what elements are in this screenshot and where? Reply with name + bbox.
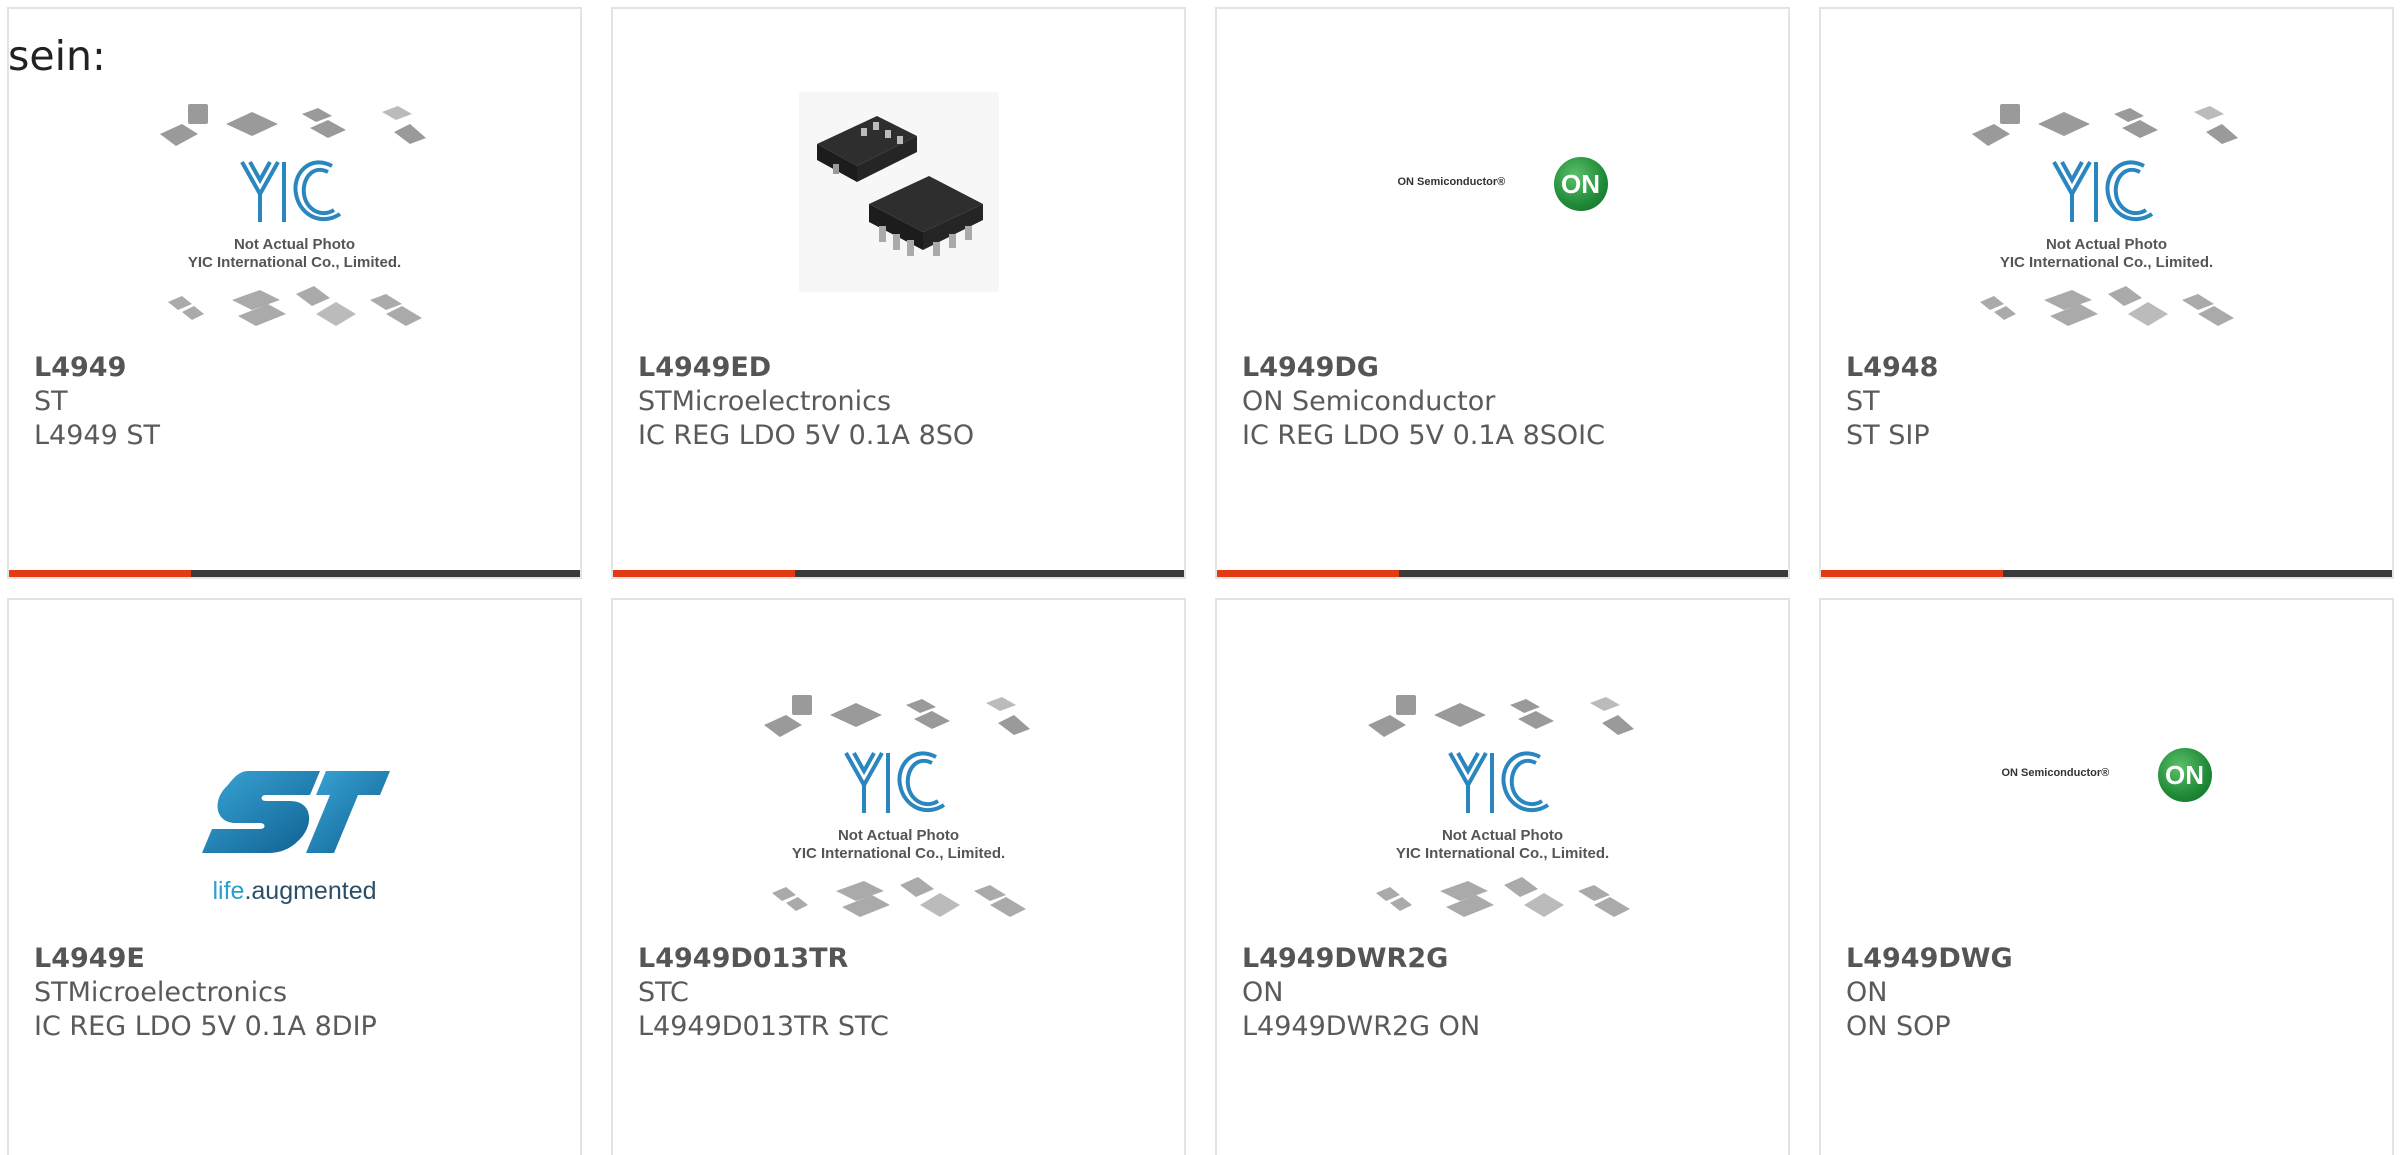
product-card[interactable]: L4949ED STMicroelectronics IC REG LDO 5V… — [611, 7, 1186, 579]
product-image[interactable]: Not Actual Photo YIC International Co., … — [1821, 74, 2392, 349]
manufacturer: ON — [1242, 977, 1284, 1008]
part-number-link[interactable]: L4949DG — [1242, 351, 1768, 385]
yic-placeholder-icon: Not Actual Photo YIC International Co., … — [159, 104, 430, 344]
yic-caption-line1: Not Actual Photo — [2045, 236, 2168, 253]
chip-photo — [798, 92, 999, 292]
bar-accent — [613, 570, 795, 577]
description: IC REG LDO 5V 0.1A 8SOIC — [1242, 420, 1605, 451]
product-info: L4948 ST ST SIP — [1846, 351, 2372, 453]
product-image[interactable]: life.augmented — [9, 665, 580, 940]
yic-caption-line1: Not Actual Photo — [837, 827, 960, 844]
product-image[interactable]: Not Actual Photo YIC International Co., … — [613, 665, 1184, 940]
product-card[interactable]: Not Actual Photo YIC International Co., … — [611, 598, 1186, 1155]
product-info: L4949D013TR STC L4949D013TR STC — [638, 942, 1164, 1044]
st-logo: life.augmented — [190, 765, 400, 915]
part-number-link[interactable]: L4949ED — [638, 351, 1164, 385]
manufacturer: STC — [638, 977, 689, 1008]
st-tagline: life.augmented — [190, 877, 400, 906]
product-info: L4949E STMicroelectronics IC REG LDO 5V … — [34, 942, 560, 1044]
card-bottom-bar — [613, 570, 1184, 577]
card-bottom-bar — [1821, 570, 2392, 577]
product-grid-page: sein: Not Actual Photo YIC International… — [0, 0, 2400, 1155]
on-logo-circle: ON — [1553, 157, 1608, 211]
product-image[interactable]: Not Actual Photo YIC International Co., … — [1217, 665, 1788, 940]
manufacturer: ON — [1846, 977, 1888, 1008]
product-info: L4949ED STMicroelectronics IC REG LDO 5V… — [638, 351, 1164, 453]
product-info: L4949 ST L4949 ST — [34, 351, 560, 453]
part-number-link[interactable]: L4948 — [1846, 351, 2372, 385]
product-info: L4949DWR2G ON L4949DWR2G ON — [1242, 942, 1768, 1044]
card-bottom-bar — [1217, 570, 1788, 577]
product-image[interactable]: ON Semiconductor® ON — [1217, 74, 1788, 349]
description: IC REG LDO 5V 0.1A 8DIP — [34, 1011, 377, 1042]
manufacturer: STMicroelectronics — [34, 977, 288, 1008]
part-number-link[interactable]: L4949DWG — [1846, 942, 2372, 976]
product-card[interactable]: Not Actual Photo YIC International Co., … — [7, 7, 582, 579]
manufacturer: ST — [1846, 386, 1880, 417]
product-info: L4949DG ON Semiconductor IC REG LDO 5V 0… — [1242, 351, 1768, 453]
manufacturer: STMicroelectronics — [638, 386, 892, 417]
card-bottom-bar — [9, 570, 580, 577]
product-card[interactable]: Not Actual Photo YIC International Co., … — [1819, 7, 2394, 579]
yic-caption-line1: Not Actual Photo — [233, 236, 356, 253]
part-number-link[interactable]: L4949DWR2G — [1242, 942, 1768, 976]
yic-placeholder-icon: Not Actual Photo YIC International Co., … — [763, 695, 1034, 935]
product-image[interactable] — [613, 74, 1184, 349]
yic-caption-line2: YIC International Co., Limited. — [187, 254, 402, 271]
description: ST SIP — [1846, 420, 1930, 451]
on-logo-text: ON Semiconductor® — [2001, 767, 2110, 779]
product-card[interactable]: Not Actual Photo YIC International Co., … — [1215, 598, 1790, 1155]
description: IC REG LDO 5V 0.1A 8SO — [638, 420, 975, 451]
manufacturer: ST — [34, 386, 68, 417]
manufacturer: ON Semiconductor — [1242, 386, 1496, 417]
st-tag-life: life — [212, 877, 245, 905]
description: L4949 ST — [34, 420, 160, 451]
product-card[interactable]: ON Semiconductor® ON L4949DWG ON ON SOP — [1819, 598, 2394, 1155]
on-semiconductor-logo: ON Semiconductor® ON — [1398, 154, 1608, 214]
description: L4949DWR2G ON — [1242, 1011, 1481, 1042]
product-image[interactable]: ON Semiconductor® ON — [1821, 665, 2392, 940]
yic-caption-line2: YIC International Co., Limited. — [1999, 254, 2214, 271]
part-number-link[interactable]: L4949 — [34, 351, 560, 385]
yic-placeholder-icon: Not Actual Photo YIC International Co., … — [1971, 104, 2242, 344]
yic-caption-line1: Not Actual Photo — [1441, 827, 1564, 844]
yic-caption-line2: YIC International Co., Limited. — [1395, 845, 1610, 862]
bar-accent — [1821, 570, 2003, 577]
intro-text: sein: — [8, 32, 106, 80]
st-tag-rest: .augmented — [244, 877, 377, 905]
description: L4949D013TR STC — [638, 1011, 889, 1042]
part-number-link[interactable]: L4949D013TR — [638, 942, 1164, 976]
product-image[interactable]: Not Actual Photo YIC International Co., … — [9, 74, 580, 349]
description: ON SOP — [1846, 1011, 1951, 1042]
on-logo-text: ON Semiconductor® — [1397, 176, 1506, 188]
product-info: L4949DWG ON ON SOP — [1846, 942, 2372, 1044]
bar-accent — [1217, 570, 1399, 577]
bar-accent — [9, 570, 191, 577]
on-semiconductor-logo: ON Semiconductor® ON — [2002, 745, 2212, 805]
on-logo-circle: ON — [2157, 748, 2212, 802]
yic-caption-line2: YIC International Co., Limited. — [791, 845, 1006, 862]
yic-placeholder-icon: Not Actual Photo YIC International Co., … — [1367, 695, 1638, 935]
product-card[interactable]: life.augmented L4949E STMicroelectronics… — [7, 598, 582, 1155]
part-number-link[interactable]: L4949E — [34, 942, 560, 976]
product-card[interactable]: ON Semiconductor® ON L4949DG ON Semicond… — [1215, 7, 1790, 579]
